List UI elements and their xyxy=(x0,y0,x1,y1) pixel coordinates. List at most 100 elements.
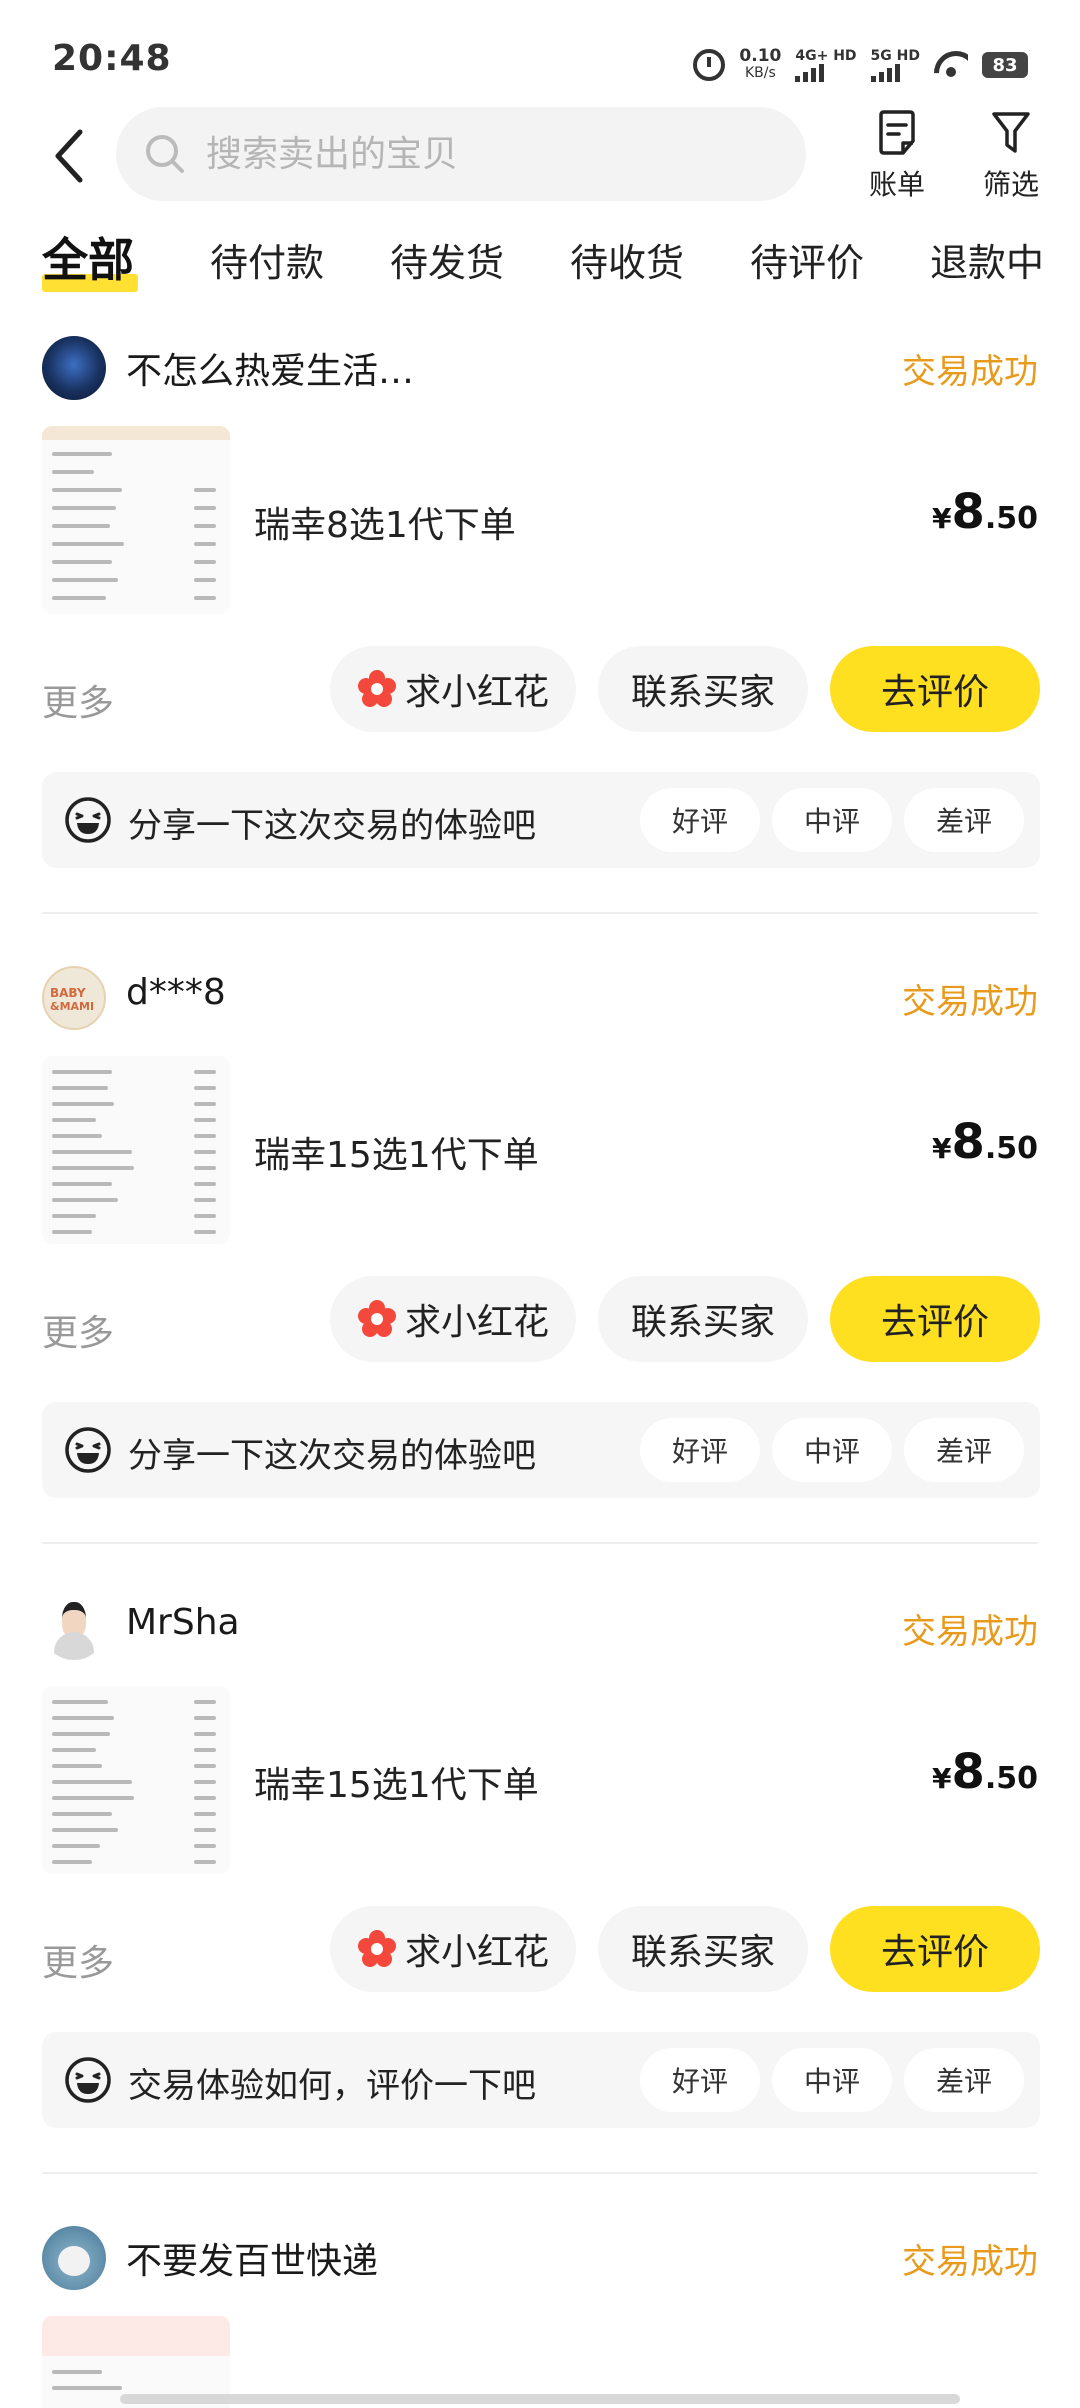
item-price: ¥8.50 xyxy=(931,1744,1038,1800)
order-status: 交易成功 xyxy=(902,2242,1038,2282)
search-icon xyxy=(146,135,184,173)
order-header[interactable]: 不要发百世快递 交易成功 xyxy=(42,2224,1038,2294)
bill-label: 账单 xyxy=(868,168,925,201)
net-speed-value: 0.10 xyxy=(739,46,782,66)
avatar[interactable] xyxy=(42,966,106,1030)
flower-icon xyxy=(357,1300,396,1337)
order-status: 交易成功 xyxy=(902,352,1038,392)
order-header[interactable]: d***8 交易成功 xyxy=(42,964,1038,1034)
more-link[interactable]: 更多 xyxy=(42,1934,114,1986)
order-status: 交易成功 xyxy=(902,982,1038,1022)
alarm-icon xyxy=(693,49,726,81)
more-link[interactable]: 更多 xyxy=(42,674,114,726)
order-card: 不要发百世快递 交易成功 xyxy=(0,2224,1080,2408)
filter-label: 筛选 xyxy=(982,168,1039,201)
status-bar: 20:48 0.10 KB/s 4G+ HD 5G HD 83 xyxy=(0,0,1080,100)
product-thumbnail[interactable] xyxy=(42,1056,230,1244)
order-card: d***8 交易成功 瑞幸15选1代下单 ¥8.50 更多 求小红花 联系买家 … xyxy=(0,964,1080,1554)
rate-good-button[interactable]: 好评 xyxy=(640,788,760,852)
ask-flower-button[interactable]: 求小红花 xyxy=(330,1276,576,1362)
status-icons: 0.10 KB/s 4G+ HD 5G HD 83 xyxy=(693,40,1028,90)
review-prompt-bar: 分享一下这次交易的体验吧 好评 中评 差评 xyxy=(42,1402,1040,1498)
ask-flower-button[interactable]: 求小红花 xyxy=(330,646,576,732)
search-box[interactable] xyxy=(116,107,806,201)
battery-icon: 83 xyxy=(982,52,1028,78)
flower-icon xyxy=(357,1930,396,1967)
review-button[interactable]: 去评价 xyxy=(830,1906,1040,1992)
signal-sim2-icon: 5G HD xyxy=(870,48,920,82)
ask-flower-button[interactable]: 求小红花 xyxy=(330,1906,576,1992)
search-input[interactable] xyxy=(206,133,766,175)
ask-flower-label: 求小红花 xyxy=(404,672,549,713)
flower-icon xyxy=(357,670,396,707)
review-prompt-bar: 交易体验如何，评价一下吧 好评 中评 差评 xyxy=(42,2032,1040,2128)
home-indicator[interactable] xyxy=(120,2394,960,2404)
ask-flower-label: 求小红花 xyxy=(404,1302,549,1343)
avatar[interactable] xyxy=(42,1596,106,1660)
laughing-face-icon xyxy=(65,1427,111,1473)
divider xyxy=(42,2172,1038,2174)
header: 账单 筛选 xyxy=(0,105,1080,205)
contact-buyer-button[interactable]: 联系买家 xyxy=(598,646,808,732)
sim1-label: 4G+ HD xyxy=(795,48,857,64)
order-status: 交易成功 xyxy=(902,1612,1038,1652)
rate-bad-button[interactable]: 差评 xyxy=(904,1418,1024,1482)
rate-bad-button[interactable]: 差评 xyxy=(904,2048,1024,2112)
item-price: ¥8.50 xyxy=(931,1114,1038,1170)
item-title[interactable]: 瑞幸8选1代下单 xyxy=(254,496,516,548)
rate-neutral-button[interactable]: 中评 xyxy=(772,2048,892,2112)
item-price: ¥8.50 xyxy=(931,484,1038,540)
laughing-face-icon xyxy=(65,2057,111,2103)
buyer-name: 不怎么热爱生活… xyxy=(126,351,415,392)
back-button[interactable] xyxy=(40,121,100,191)
product-thumbnail[interactable] xyxy=(42,426,230,614)
contact-buyer-button[interactable]: 联系买家 xyxy=(598,1276,808,1362)
buyer-name: 不要发百世快递 xyxy=(126,2241,379,2282)
filter-icon xyxy=(992,112,1030,153)
order-card: 不怎么热爱生活… 交易成功 瑞幸8选1代下单 ¥8.50 更多 求小红花 联系买… xyxy=(0,334,1080,924)
net-speed-unit: KB/s xyxy=(744,65,776,81)
review-button[interactable]: 去评价 xyxy=(830,1276,1040,1362)
status-time: 20:48 xyxy=(52,38,172,79)
tab-pending-receipt[interactable]: 待收货 xyxy=(570,232,684,287)
net-speed: 0.10 KB/s xyxy=(739,48,781,82)
buyer-name: d***8 xyxy=(126,972,226,1013)
rate-good-button[interactable]: 好评 xyxy=(640,1418,760,1482)
divider xyxy=(42,912,1038,914)
tab-pending-payment[interactable]: 待付款 xyxy=(210,232,324,287)
buyer-name: MrSha xyxy=(126,1602,240,1643)
product-thumbnail[interactable] xyxy=(42,1686,230,1874)
review-prompt-text: 分享一下这次交易的体验吧 xyxy=(128,1436,536,1476)
sim2-label: 5G HD xyxy=(870,48,920,64)
rate-neutral-button[interactable]: 中评 xyxy=(772,1418,892,1482)
order-header[interactable]: MrSha 交易成功 xyxy=(42,1594,1038,1664)
more-link[interactable]: 更多 xyxy=(42,1304,114,1356)
avatar[interactable] xyxy=(42,2226,106,2290)
ask-flower-label: 求小红花 xyxy=(404,1932,549,1973)
avatar[interactable] xyxy=(42,336,106,400)
tab-all[interactable]: 全部 xyxy=(42,224,134,290)
item-title[interactable]: 瑞幸15选1代下单 xyxy=(254,1756,539,1808)
wifi-icon xyxy=(934,51,968,79)
filter-button[interactable]: 筛选 xyxy=(966,105,1056,205)
laughing-face-icon xyxy=(65,797,111,843)
order-header[interactable]: 不怎么热爱生活… 交易成功 xyxy=(42,334,1038,404)
order-tabs: 全部 待付款 待发货 待收货 待评价 退款中 xyxy=(0,222,1080,302)
order-card: MrSha 交易成功 瑞幸15选1代下单 ¥8.50 更多 求小红花 联系买家 … xyxy=(0,1594,1080,2184)
review-button[interactable]: 去评价 xyxy=(830,646,1040,732)
tab-pending-review[interactable]: 待评价 xyxy=(750,232,864,287)
tab-pending-shipment[interactable]: 待发货 xyxy=(390,232,504,287)
rate-bad-button[interactable]: 差评 xyxy=(904,788,1024,852)
contact-buyer-button[interactable]: 联系买家 xyxy=(598,1906,808,1992)
signal-sim1-icon: 4G+ HD xyxy=(795,48,857,82)
review-prompt-text: 交易体验如何，评价一下吧 xyxy=(128,2066,536,2106)
bill-button[interactable]: 账单 xyxy=(852,105,942,205)
tab-refunding[interactable]: 退款中 xyxy=(930,232,1044,287)
divider xyxy=(42,1542,1038,1544)
rate-neutral-button[interactable]: 中评 xyxy=(772,788,892,852)
rate-good-button[interactable]: 好评 xyxy=(640,2048,760,2112)
chevron-left-icon xyxy=(55,129,83,183)
review-prompt-text: 分享一下这次交易的体验吧 xyxy=(128,806,536,846)
bill-icon xyxy=(879,110,915,155)
item-title[interactable]: 瑞幸15选1代下单 xyxy=(254,1126,539,1178)
